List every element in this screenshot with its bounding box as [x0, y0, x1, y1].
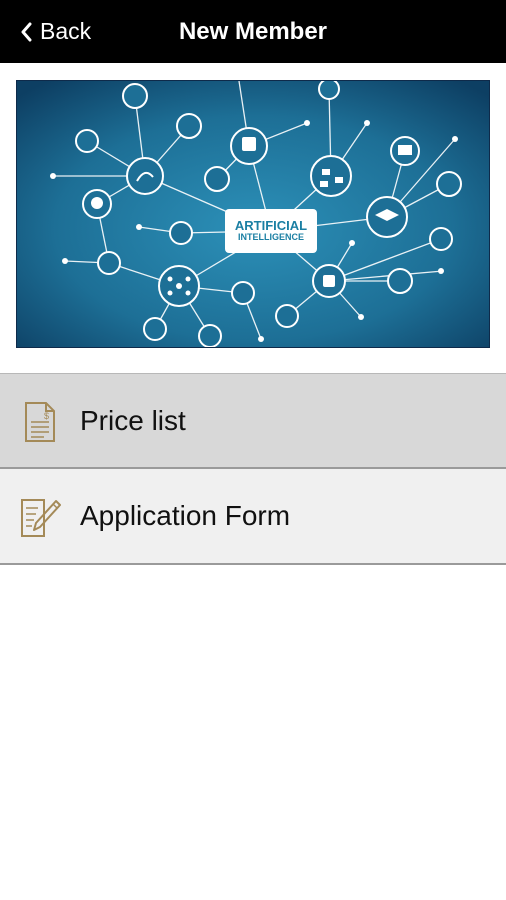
- ai-label-line2: INTELLIGENCE: [237, 232, 304, 243]
- price-list-label: Price list: [80, 404, 186, 436]
- list-item-price-list[interactable]: $ Price list: [0, 373, 506, 469]
- application-form-label: Application Form: [80, 500, 291, 531]
- banner-image: ARTIFICIAL INTELLIGENCE: [16, 80, 490, 348]
- navigation-bar: Back New Member: [0, 0, 506, 63]
- menu-list: $ Price list Application Form: [0, 373, 506, 565]
- back-label: Back: [40, 18, 92, 44]
- chevron-left-icon: [21, 22, 32, 41]
- price-document-icon: $: [25, 402, 55, 442]
- edit-form-icon: [21, 499, 61, 537]
- list-item-application-form[interactable]: Application Form: [0, 469, 506, 565]
- svg-text:$: $: [44, 411, 49, 421]
- ai-label: ARTIFICIAL INTELLIGENCE: [225, 209, 317, 253]
- back-button[interactable]: Back: [20, 0, 91, 63]
- ai-label-line1: ARTIFICIAL: [234, 218, 308, 234]
